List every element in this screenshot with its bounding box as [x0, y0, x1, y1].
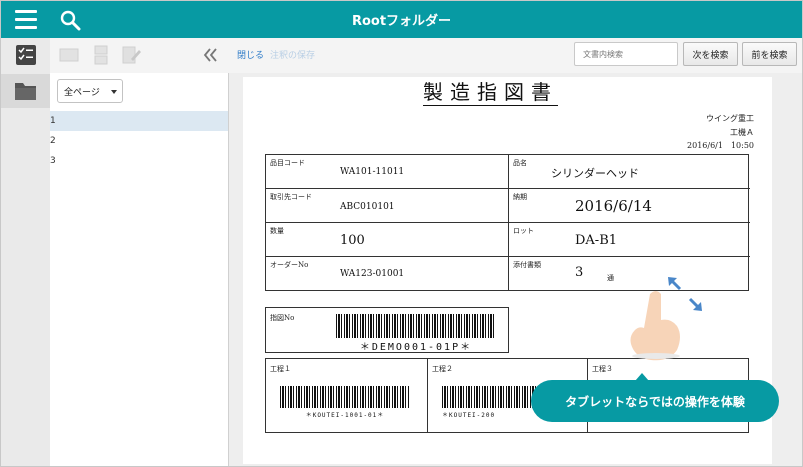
- field-order-no: オーダーNo WA123-01001: [266, 257, 509, 290]
- process-label: 工程３: [592, 365, 613, 373]
- division-name: 工機Ａ: [730, 128, 754, 137]
- field-value: ABC010101: [340, 202, 395, 212]
- hand-pointer-icon: [630, 291, 680, 361]
- instruction-barcode-text: ＊DEMO001-01P＊: [359, 342, 473, 353]
- field-label: 添付書類: [513, 261, 541, 269]
- issue-date: 2016/6/1 10:50: [687, 141, 754, 150]
- tooltip-callout: タブレットならではの操作を体験: [531, 373, 779, 422]
- app-header: Rootフォルダー: [1, 1, 802, 38]
- toolbar: 閉じる 注釈の保存 次を検索 前を検索: [50, 38, 802, 74]
- checklist-icon: [16, 45, 36, 65]
- field-label: 納期: [513, 193, 527, 201]
- process-cell: 工程１ ＊KOUTEI-1001-01＊: [266, 359, 428, 432]
- field-label: ロット: [513, 227, 534, 235]
- field-part-code: 品目コード WA101-11011: [266, 155, 509, 189]
- process-label: 工程１: [270, 365, 291, 373]
- field-unit: 通: [607, 274, 614, 282]
- field-client-code: 取引先コード ABC010101: [266, 189, 509, 223]
- order-fields-table: 品目コード WA101-11011 品名 シリンダーヘッド 取引先コード ABC…: [265, 154, 750, 291]
- page-list-panel: 全ページ 1 2 3: [50, 73, 229, 466]
- icon-rail: [1, 38, 51, 466]
- folder-button[interactable]: [1, 74, 50, 108]
- document-title: 製造指図書: [423, 80, 558, 106]
- search-next-button[interactable]: 次を検索: [683, 42, 738, 66]
- app-window: Rootフォルダー 閉じる 注釈の保存 文書内検索 次を検索 前を検索 全ページ…: [0, 0, 803, 467]
- folder-icon: [15, 83, 36, 100]
- field-value: WA123-01001: [340, 269, 405, 279]
- page-list-item[interactable]: 1: [50, 111, 228, 131]
- field-label: 品名: [513, 159, 527, 167]
- company-name: ウイング重工: [706, 114, 754, 123]
- field-due-date: 納期 2016/6/14: [509, 189, 750, 223]
- checklist-button[interactable]: [1, 38, 50, 72]
- field-value: WA101-11011: [340, 167, 405, 177]
- field-part-name: 品名 シリンダーヘッド: [509, 155, 750, 189]
- remove-annotation-link[interactable]: 注釈の保存: [270, 48, 315, 61]
- field-value: 3: [575, 265, 584, 280]
- field-label: オーダーNo: [270, 261, 309, 269]
- collapse-panel-icon[interactable]: [200, 45, 222, 65]
- field-value: シリンダーヘッド: [551, 167, 639, 180]
- split-view-icon[interactable]: [90, 45, 112, 65]
- instruction-barcode: [336, 314, 496, 338]
- page-list-item[interactable]: 3: [50, 151, 228, 171]
- document-search-input[interactable]: [574, 42, 678, 66]
- instruction-label: 指図No: [270, 314, 295, 322]
- close-link[interactable]: 閉じる: [237, 48, 264, 61]
- instruction-barcode-box: 指図No ＊DEMO001-01P＊: [265, 307, 509, 353]
- search-prev-button[interactable]: 前を検索: [742, 42, 797, 66]
- field-value: 100: [340, 233, 365, 248]
- page-filter-select[interactable]: 全ページ: [57, 79, 123, 103]
- page-title: Rootフォルダー: [351, 14, 452, 29]
- field-value: 2016/6/14: [575, 197, 652, 215]
- field-label: 取引先コード: [270, 193, 312, 201]
- page-filter-value: 全ページ: [64, 88, 100, 98]
- page-list-item[interactable]: 2: [50, 131, 228, 151]
- chevron-down-icon: [111, 90, 117, 94]
- process-barcode: [280, 386, 410, 408]
- field-label: 数量: [270, 227, 284, 235]
- process-barcode-text: ＊KOUTEI-1001-01＊: [305, 412, 385, 419]
- annotate-icon[interactable]: [120, 45, 142, 65]
- process-label: 工程２: [432, 365, 453, 373]
- single-page-icon[interactable]: [58, 45, 80, 65]
- field-quantity: 数量 100: [266, 223, 509, 257]
- field-lot: ロット DA-B1: [509, 223, 750, 257]
- field-value: DA-B1: [575, 233, 618, 248]
- field-label: 品目コード: [270, 159, 305, 167]
